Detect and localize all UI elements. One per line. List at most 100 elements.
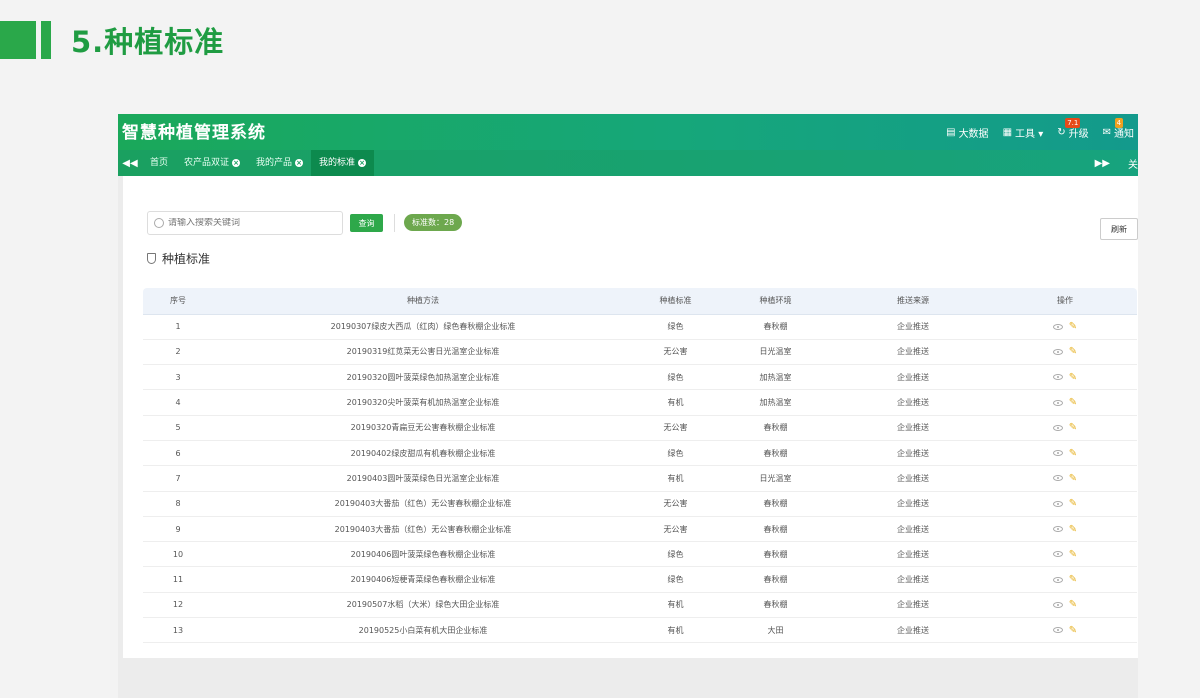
tab-label: 我的产品	[256, 158, 293, 168]
top-action-2[interactable]: ↻ 7.1 升级	[1057, 117, 1089, 140]
top-actions: ▤ 大数据 ▦ 工具 ▾ ↻ 7.1 升级 ✉ 4 通知	[946, 114, 1138, 150]
top-action-3[interactable]: ✉ 4 通知	[1103, 117, 1134, 140]
query-button[interactable]: 查询	[350, 214, 383, 232]
view-icon[interactable]	[1052, 374, 1063, 381]
table-cell: 无公害	[633, 339, 718, 366]
app-title: 智慧种植管理系统	[122, 123, 266, 143]
view-icon[interactable]	[1052, 627, 1063, 634]
close-icon[interactable]: ×	[295, 159, 304, 167]
table-cell: 企业推送	[833, 364, 993, 391]
top-bar: 智慧种植管理系统 ▤ 大数据 ▦ 工具 ▾ ↻ 7.1 升级 ✉ 4 通知	[118, 114, 1138, 150]
tab-3[interactable]: 我的标准 ×	[311, 150, 375, 176]
table-row: 7 20190403圆叶菠菜绿色日光温室企业标准 有机 日光温室 企业推送 ✎	[143, 465, 1137, 492]
table-cell: 企业推送	[833, 314, 993, 340]
table-cell: 13	[143, 617, 213, 644]
edit-icon[interactable]: ✎	[1069, 498, 1077, 509]
view-icon[interactable]	[1052, 348, 1063, 355]
view-icon[interactable]	[1052, 526, 1063, 533]
table-body: 1 20190307绿皮大西瓜（红肉）绿色春秋棚企业标准 绿色 春秋棚 企业推送 ✎ 2 20…	[143, 314, 1137, 644]
table-cell: 加热温室	[718, 364, 833, 391]
section-header: 种植标准	[147, 250, 210, 267]
table-cell: 春秋棚	[718, 566, 833, 593]
edit-icon[interactable]: ✎	[1069, 346, 1077, 357]
toolbox-icon: ▦	[1002, 126, 1013, 138]
view-icon[interactable]	[1052, 450, 1063, 457]
view-icon[interactable]	[1052, 601, 1063, 608]
view-icon[interactable]	[1052, 500, 1063, 507]
close-icon[interactable]: ×	[358, 159, 367, 167]
search-input[interactable]	[168, 218, 328, 228]
close-tabs-button[interactable]: 关	[1128, 156, 1138, 171]
edit-icon[interactable]: ✎	[1069, 397, 1077, 408]
table-cell: 有机	[633, 592, 718, 619]
table-cell: 春秋棚	[718, 440, 833, 467]
tab-scroll-right-icon[interactable]: ▶▶	[1095, 158, 1110, 169]
tab-2[interactable]: 我的产品 ×	[248, 150, 311, 176]
edit-icon[interactable]: ✎	[1069, 574, 1077, 585]
section-title: 种植标准	[162, 252, 211, 266]
tab-1[interactable]: 农产品双证 ×	[176, 150, 248, 176]
column-header: 推送来源	[833, 288, 993, 315]
view-icon[interactable]	[1052, 424, 1063, 431]
table-cell: 20190525小白菜有机大田企业标准	[213, 617, 633, 644]
view-icon[interactable]	[1052, 323, 1063, 330]
upgrade-icon: ↻	[1057, 126, 1066, 138]
table-cell: 企业推送	[833, 415, 993, 441]
top-action-1[interactable]: ▦ 工具 ▾	[1003, 125, 1044, 140]
table-row: 8 20190403大番茄（红色）无公害春秋棚企业标准 无公害 春秋棚 企业推送 ✎	[143, 491, 1137, 517]
view-icon[interactable]	[1052, 551, 1063, 558]
edit-icon[interactable]: ✎	[1069, 448, 1077, 459]
toolbar-divider	[394, 214, 395, 232]
tab-label: 农产品双证	[184, 158, 230, 168]
actions-cell: ✎	[993, 566, 1137, 593]
standards-count-badge: 标准数：28	[404, 214, 463, 231]
table-cell: 20190507水稻（大米）绿色大田企业标准	[213, 592, 633, 619]
table-cell: 9	[143, 516, 213, 543]
table-cell: 2	[143, 339, 213, 366]
tab-0[interactable]: 首页	[142, 150, 176, 176]
table-cell: 10	[143, 541, 213, 568]
view-icon[interactable]	[1052, 576, 1063, 583]
edit-icon[interactable]: ✎	[1069, 422, 1077, 433]
table-cell: 20190406短梗青菜绿色春秋棚企业标准	[213, 566, 633, 593]
edit-icon[interactable]: ✎	[1069, 372, 1077, 383]
table-cell: 企业推送	[833, 592, 993, 619]
actions-cell: ✎	[993, 440, 1137, 467]
edit-icon[interactable]: ✎	[1069, 321, 1077, 332]
tab-scroll-left-icon[interactable]: ◀◀	[118, 158, 142, 169]
refresh-button[interactable]: 刷新	[1100, 218, 1138, 240]
database-icon: ▤	[946, 126, 956, 138]
edit-icon[interactable]: ✎	[1069, 473, 1077, 484]
table-cell: 20190307绿皮大西瓜（红肉）绿色春秋棚企业标准	[213, 314, 633, 340]
table-cell: 加热温室	[718, 389, 833, 416]
edit-icon[interactable]: ✎	[1069, 524, 1077, 535]
table-cell: 春秋棚	[718, 516, 833, 543]
table-cell: 12	[143, 592, 213, 619]
top-action-label: 大数据	[958, 128, 989, 140]
edit-icon[interactable]: ✎	[1069, 625, 1077, 636]
search-box[interactable]	[147, 211, 343, 235]
column-header: 种植环境	[718, 288, 833, 315]
table-cell: 绿色	[633, 440, 718, 467]
edit-icon[interactable]: ✎	[1069, 549, 1077, 560]
close-icon[interactable]: ×	[232, 159, 241, 167]
table-cell: 20190402绿皮甜瓜有机春秋棚企业标准	[213, 440, 633, 467]
shield-icon	[147, 253, 156, 264]
tab-right-controls: ▶▶ 关	[1095, 150, 1138, 176]
view-icon[interactable]	[1052, 399, 1063, 406]
column-header: 种植方法	[213, 288, 633, 315]
table-cell: 企业推送	[833, 339, 993, 366]
tab-label: 首页	[150, 158, 169, 168]
table-cell: 日光温室	[718, 465, 833, 492]
actions-cell: ✎	[993, 465, 1137, 492]
column-header: 种植标准	[633, 288, 718, 315]
edit-icon[interactable]: ✎	[1069, 599, 1077, 610]
view-icon[interactable]	[1052, 475, 1063, 482]
table-cell: 20190403大番茄（红色）无公害春秋棚企业标准	[213, 491, 633, 517]
table-cell: 有机	[633, 465, 718, 492]
table-cell: 春秋棚	[718, 491, 833, 517]
table-row: 9 20190403大番茄（红色）无公害春秋棚企业标准 无公害 春秋棚 企业推送 ✎	[143, 516, 1137, 543]
table-cell: 企业推送	[833, 389, 993, 416]
column-header: 序号	[143, 288, 213, 315]
top-action-0[interactable]: ▤ 大数据	[946, 125, 988, 140]
